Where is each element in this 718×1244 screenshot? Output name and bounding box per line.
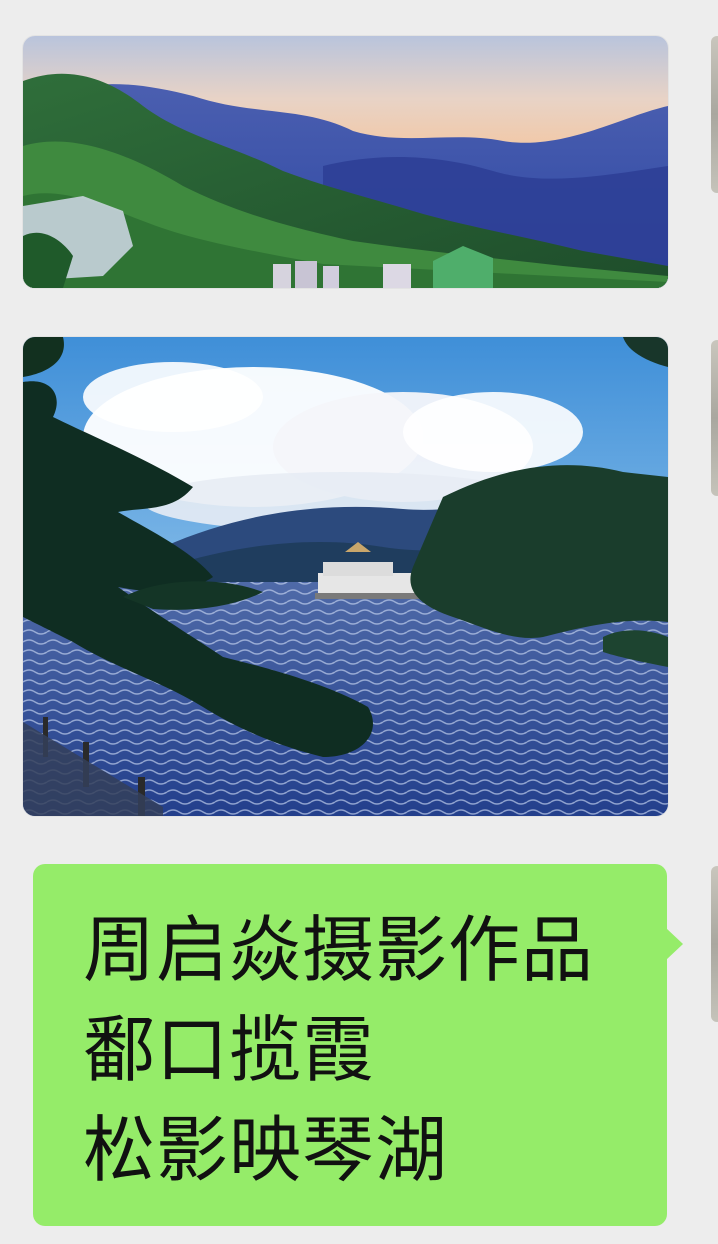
message-line-caption-2: 松影映琴湖 [83,1108,449,1192]
bubble-tail [666,928,683,960]
message-line-caption-1: 鄱口揽霞 [83,1008,376,1092]
message-line-title: 周启焱摄影作品 [83,908,595,992]
chat-image-mountain-sunset[interactable] [23,36,668,288]
chat-image-pine-lake[interactable] [23,337,668,816]
text-message-bubble[interactable]: 周启焱摄影作品 鄱口揽霞 松影映琴湖 [33,864,683,1226]
sender-avatar-edge[interactable] [711,340,718,496]
mountain-sunset-photo [23,36,668,288]
sender-avatar-edge[interactable] [711,36,718,193]
pine-lake-photo [23,337,668,816]
sender-avatar-edge[interactable] [711,866,718,1022]
